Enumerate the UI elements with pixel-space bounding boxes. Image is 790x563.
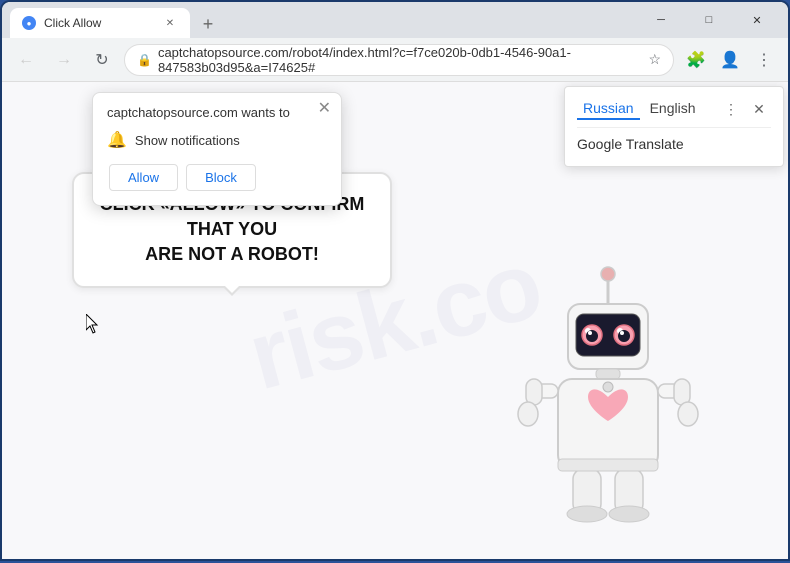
window-controls: ─ □ ✕ <box>638 5 780 35</box>
close-button[interactable]: ✕ <box>734 5 780 35</box>
extension-button[interactable]: 🧩 <box>680 44 712 76</box>
tab-english[interactable]: English <box>644 98 702 120</box>
maximize-button[interactable]: □ <box>686 5 732 35</box>
translate-header-right: ⋮ ✕ <box>719 97 771 121</box>
tab-russian[interactable]: Russian <box>577 98 640 120</box>
tab-strip: ● Click Allow ✕ + <box>10 2 630 38</box>
tab-title: Click Allow <box>44 16 101 30</box>
tab-close-button[interactable]: ✕ <box>162 15 178 31</box>
popup-close-button[interactable]: ✕ <box>318 101 331 117</box>
lock-icon: 🔒 <box>137 53 152 67</box>
translate-header: Russian English ⋮ ✕ <box>577 97 771 121</box>
translate-panel: Russian English ⋮ ✕ Google Translate <box>564 86 784 167</box>
tab-favicon: ● <box>22 16 36 30</box>
popup-item: 🔔 Show notifications <box>107 130 327 150</box>
active-tab[interactable]: ● Click Allow ✕ <box>10 8 190 38</box>
bookmark-icon[interactable]: ☆ <box>648 51 661 68</box>
url-text: captchatopsource.com/robot4/index.html?c… <box>158 45 642 75</box>
allow-button[interactable]: Allow <box>109 164 178 191</box>
notification-popup: ✕ captchatopsource.com wants to 🔔 Show n… <box>92 92 342 206</box>
toolbar: ← → ↻ 🔒 captchatopsource.com/robot4/inde… <box>2 38 788 82</box>
translate-divider <box>577 127 771 128</box>
bubble-line2: ARE NOT A ROBOT! <box>145 244 319 264</box>
minimize-button[interactable]: ─ <box>638 5 684 35</box>
address-bar[interactable]: 🔒 captchatopsource.com/robot4/index.html… <box>124 44 674 76</box>
menu-button[interactable]: ⋮ <box>748 44 780 76</box>
popup-actions: Allow Block <box>107 164 327 191</box>
popup-item-text: Show notifications <box>135 133 240 148</box>
block-button[interactable]: Block <box>186 164 256 191</box>
translate-menu-button[interactable]: ⋮ <box>719 97 743 121</box>
title-bar: ● Click Allow ✕ + ─ □ ✕ <box>2 2 788 38</box>
popup-title: captchatopsource.com wants to <box>107 105 327 120</box>
robot-svg <box>508 259 708 539</box>
translate-service: Google Translate <box>577 134 771 154</box>
bell-icon: 🔔 <box>107 130 127 150</box>
new-tab-button[interactable]: + <box>194 10 222 38</box>
translate-close-button[interactable]: ✕ <box>747 97 771 121</box>
profile-button[interactable]: 👤 <box>714 44 746 76</box>
toolbar-right: 🧩 👤 ⋮ <box>680 44 780 76</box>
robot-illustration <box>508 259 708 539</box>
page-content: risk.co ✕ captchatopsource.com wants to … <box>2 82 788 559</box>
back-button[interactable]: ← <box>10 44 42 76</box>
forward-button[interactable]: → <box>48 44 80 76</box>
refresh-button[interactable]: ↻ <box>86 44 118 76</box>
browser-window: ● Click Allow ✕ + ─ □ ✕ ← → ↻ 🔒 captchat… <box>2 2 788 559</box>
